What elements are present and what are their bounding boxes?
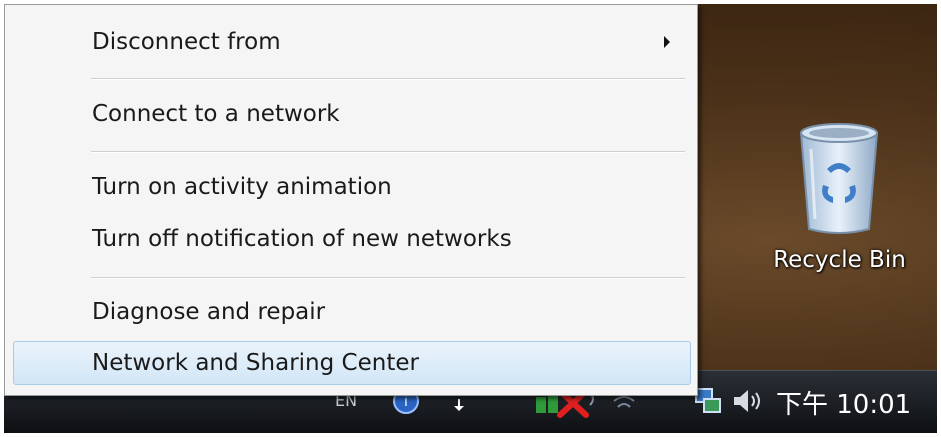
arrow-down-icon[interactable] [452,397,466,413]
menu-item-notification-new-networks[interactable]: Turn off notification of new networks [13,217,691,261]
taskbar-clock[interactable]: 下午 10:01 [776,384,911,421]
menu-item-label: Disconnect from [92,29,281,55]
menu-item-label: Diagnose and repair [92,299,326,325]
volume-icon[interactable] [730,385,766,417]
menu-separator [91,277,685,279]
recycle-bin-icon [799,123,879,234]
svg-text:i: i [404,394,408,410]
menu-item-label: Turn on activity animation [92,174,392,200]
menu-item-label: Connect to a network [92,101,340,127]
recycle-bin-desktop-icon[interactable]: Recycle Bin [752,119,927,289]
chevron-right-icon [664,36,670,48]
menu-separator [91,151,685,153]
menu-item-disconnect-from[interactable]: Disconnect from [13,20,691,64]
menu-item-connect-to-network[interactable]: Connect to a network [13,92,691,136]
recycle-bin-label: Recycle Bin [773,247,906,273]
menu-separator [91,78,685,80]
menu-item-activity-animation[interactable]: Turn on activity animation [13,165,691,209]
menu-item-diagnose-repair[interactable]: Diagnose and repair [13,290,691,334]
menu-item-network-sharing-center[interactable]: Network and Sharing Center [13,341,691,385]
network-context-menu: Disconnect from Connect to a network Tur… [4,4,698,396]
desktop-screen: Recycle Bin EN i 下午 10:01 Disconnect fro… [4,4,937,433]
menu-item-label: Network and Sharing Center [92,350,419,376]
menu-item-label: Turn off notification of new networks [92,226,512,252]
